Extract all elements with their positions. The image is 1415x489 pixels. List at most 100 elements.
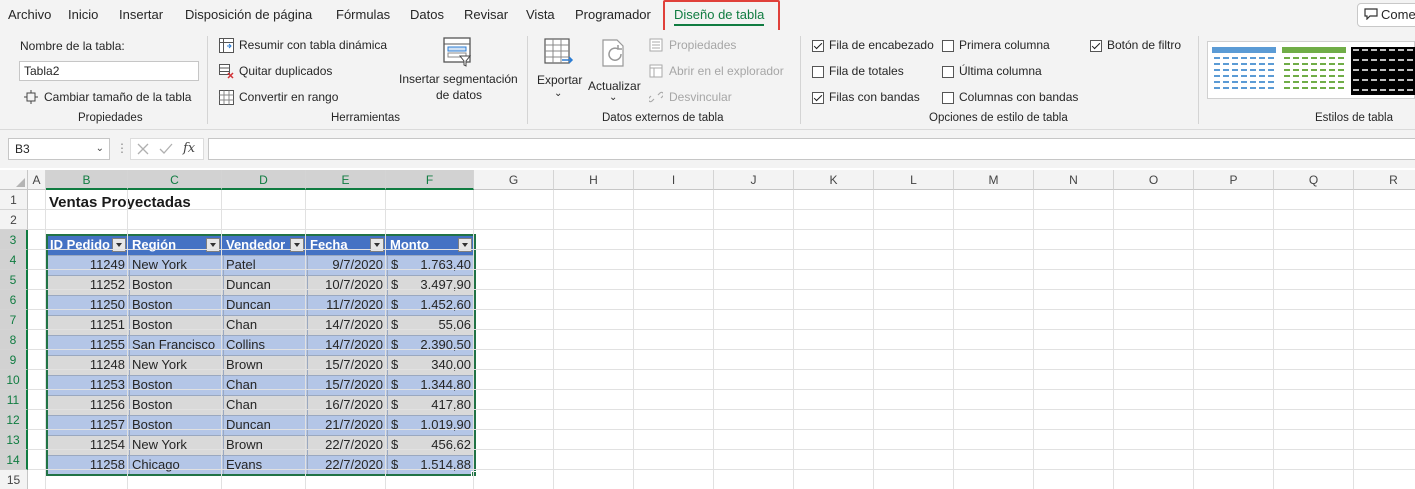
table-name-input[interactable]: Tabla2: [19, 61, 199, 81]
column-header-q[interactable]: Q: [1274, 170, 1354, 190]
table-cell-vendedor[interactable]: Chan: [223, 375, 307, 395]
table-cell-fecha[interactable]: 15/7/2020: [307, 355, 387, 375]
table-cell-id-pedido[interactable]: 11254: [47, 435, 129, 455]
column-header-d[interactable]: D: [222, 170, 306, 190]
insert-slicer-button[interactable]: Insertar segmentación de datos: [396, 34, 520, 104]
name-box[interactable]: B3 ⌄: [8, 138, 110, 160]
tab-insertar[interactable]: Insertar: [119, 7, 163, 22]
tab-formulas[interactable]: Fórmulas: [336, 7, 390, 22]
filter-button-checkbox[interactable]: Botón de filtro: [1090, 38, 1190, 54]
table-cell-monto[interactable]: $417,80: [387, 395, 475, 415]
table-cell-monto[interactable]: $1.019,90: [387, 415, 475, 435]
tab-disposicion[interactable]: Disposición de página: [185, 7, 312, 22]
table-cell-fecha[interactable]: 9/7/2020: [307, 255, 387, 275]
table-header-fecha[interactable]: Fecha: [307, 235, 387, 255]
resize-table-button[interactable]: Cambiar tamaño de la tabla: [24, 88, 199, 106]
tab-revisar[interactable]: Revisar: [464, 7, 508, 22]
table-cell-id-pedido[interactable]: 11252: [47, 275, 129, 295]
table-cell-vendedor[interactable]: Chan: [223, 315, 307, 335]
table-cell-vendedor[interactable]: Collins: [223, 335, 307, 355]
row-header-9[interactable]: 9: [0, 350, 28, 370]
table-cell-region[interactable]: San Francisco: [129, 335, 223, 355]
row-header-1[interactable]: 1: [0, 190, 28, 210]
table-cell-monto[interactable]: $1.514,88: [387, 455, 475, 475]
table-cell-region[interactable]: Boston: [129, 395, 223, 415]
table-cell-fecha[interactable]: 22/7/2020: [307, 435, 387, 455]
header-row-checkbox[interactable]: Fila de encabezado: [812, 38, 937, 54]
select-all-corner[interactable]: [0, 170, 28, 190]
table-cell-id-pedido[interactable]: 11251: [47, 315, 129, 335]
banded-columns-checkbox[interactable]: Columnas con bandas: [942, 90, 1082, 106]
column-header-l[interactable]: L: [874, 170, 954, 190]
table-cell-region[interactable]: Boston: [129, 275, 223, 295]
column-header-r[interactable]: R: [1354, 170, 1415, 190]
tab-inicio[interactable]: Inicio: [68, 7, 98, 22]
table-cell-id-pedido[interactable]: 11249: [47, 255, 129, 275]
column-header-c[interactable]: C: [128, 170, 222, 190]
table-cell-vendedor[interactable]: Chan: [223, 395, 307, 415]
table-cell-fecha[interactable]: 11/7/2020: [307, 295, 387, 315]
table-style-blue-icon[interactable]: [1212, 47, 1276, 95]
row-header-12[interactable]: 12: [0, 410, 28, 430]
table-cell-id-pedido[interactable]: 11253: [47, 375, 129, 395]
properties-button[interactable]: Propiedades: [649, 37, 749, 55]
banded-rows-checkbox[interactable]: Filas con bandas: [812, 90, 937, 106]
row-header-14[interactable]: 14: [0, 450, 28, 470]
table-cell-region[interactable]: New York: [129, 355, 223, 375]
table-cell-fecha[interactable]: 14/7/2020: [307, 315, 387, 335]
table-header-monto[interactable]: Monto: [387, 235, 475, 255]
table-cell-region[interactable]: New York: [129, 255, 223, 275]
table-cell-monto[interactable]: $1.344,80: [387, 375, 475, 395]
table-styles-gallery[interactable]: [1207, 41, 1415, 99]
table-cell-id-pedido[interactable]: 11255: [47, 335, 129, 355]
open-in-browser-button[interactable]: Abrir en el explorador: [649, 63, 789, 81]
column-header-n[interactable]: N: [1034, 170, 1114, 190]
formula-input[interactable]: [208, 138, 1415, 160]
column-header-h[interactable]: H: [554, 170, 634, 190]
table-cell-id-pedido[interactable]: 11256: [47, 395, 129, 415]
cancel-x-icon[interactable]: [137, 143, 149, 155]
confirm-check-icon[interactable]: [159, 143, 173, 155]
unlink-button[interactable]: Desvincular: [649, 89, 749, 107]
table-cell-monto[interactable]: $1.763,40: [387, 255, 475, 275]
tab-programador[interactable]: Programador: [575, 7, 651, 22]
table-cell-vendedor[interactable]: Duncan: [223, 295, 307, 315]
table-cell-id-pedido[interactable]: 11250: [47, 295, 129, 315]
table-header-id-pedido[interactable]: ID Pedido: [47, 235, 129, 255]
table-style-green-icon[interactable]: [1282, 47, 1346, 95]
table-cell-fecha[interactable]: 16/7/2020: [307, 395, 387, 415]
table-cell-fecha[interactable]: 10/7/2020: [307, 275, 387, 295]
table-cell-region[interactable]: New York: [129, 435, 223, 455]
table-cell-fecha[interactable]: 15/7/2020: [307, 375, 387, 395]
more-options-icon[interactable]: ⋮: [116, 141, 128, 155]
table-cell-vendedor[interactable]: Patel: [223, 255, 307, 275]
column-header-a[interactable]: A: [28, 170, 46, 190]
table-cell-monto[interactable]: $55,06: [387, 315, 475, 335]
chevron-down-icon[interactable]: ⌄: [96, 143, 104, 154]
pivot-summary-button[interactable]: Resumir con tabla dinámica: [219, 37, 389, 55]
table-cell-id-pedido[interactable]: 11257: [47, 415, 129, 435]
row-header-8[interactable]: 8: [0, 330, 28, 350]
row-header-2[interactable]: 2: [0, 210, 28, 230]
column-header-b[interactable]: B: [46, 170, 128, 190]
table-cell-id-pedido[interactable]: 11248: [47, 355, 129, 375]
table-resize-handle[interactable]: [471, 471, 477, 477]
table-cell-id-pedido[interactable]: 11258: [47, 455, 129, 475]
table-cell-vendedor[interactable]: Duncan: [223, 415, 307, 435]
table-style-dark-icon[interactable]: [1351, 47, 1415, 95]
table-cell-vendedor[interactable]: Evans: [223, 455, 307, 475]
table-header-region[interactable]: Región: [129, 235, 223, 255]
table-cell-monto[interactable]: $3.497,90: [387, 275, 475, 295]
column-header-f[interactable]: F: [386, 170, 474, 190]
row-header-7[interactable]: 7: [0, 310, 28, 330]
row-header-5[interactable]: 5: [0, 270, 28, 290]
table-cell-region[interactable]: Chicago: [129, 455, 223, 475]
table-cell-fecha[interactable]: 14/7/2020: [307, 335, 387, 355]
export-button[interactable]: Exportar ⌄: [535, 36, 583, 104]
table-cell-fecha[interactable]: 22/7/2020: [307, 455, 387, 475]
table-cell-monto[interactable]: $1.452,60: [387, 295, 475, 315]
row-header-10[interactable]: 10: [0, 370, 28, 390]
row-header-4[interactable]: 4: [0, 250, 28, 270]
column-header-j[interactable]: J: [714, 170, 794, 190]
table-cell-region[interactable]: Boston: [129, 295, 223, 315]
